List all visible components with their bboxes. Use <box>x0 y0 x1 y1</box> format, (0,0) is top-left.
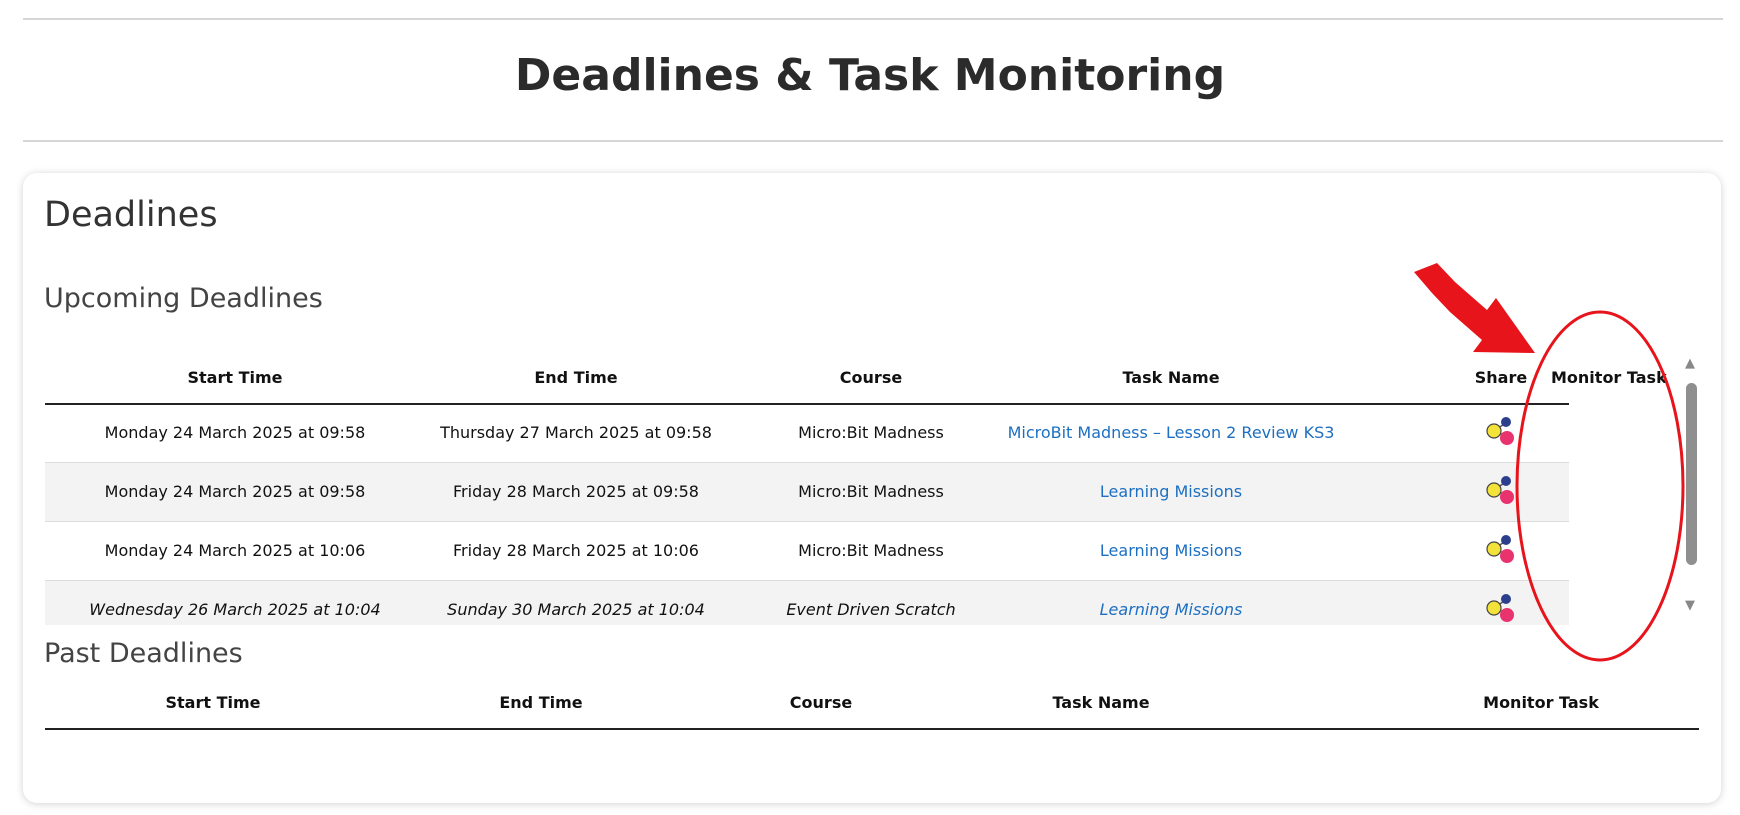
table-row: Monday 24 March 2025 at 10:06 Friday 28 … <box>45 522 1569 581</box>
monitor-task-button[interactable] <box>1551 581 1569 625</box>
column-header-task-name[interactable]: Task Name <box>951 678 1251 728</box>
column-header-share: Share <box>1474 368 1528 387</box>
share-nodes-icon <box>1484 591 1518 625</box>
column-header-start-time[interactable]: Start Time <box>45 678 381 728</box>
share-nodes-icon <box>1484 473 1518 511</box>
end-time-cell: Friday 28 March 2025 at 09:58 <box>453 482 699 501</box>
column-header-monitor-task: Monitor Task <box>1483 693 1599 712</box>
share-nodes-icon <box>1484 532 1518 570</box>
page-title: Deadlines & Task Monitoring <box>514 50 1226 101</box>
table-row: Monday 24 March 2025 at 09:58 Friday 28 … <box>45 463 1569 522</box>
task-name-link[interactable]: MicroBit Madness – Lesson 2 Review KS3 <box>981 404 1361 462</box>
share-button[interactable] <box>1451 404 1551 462</box>
share-button[interactable] <box>1451 522 1551 580</box>
column-header-start-time[interactable]: Start Time <box>45 353 425 403</box>
deadlines-card: Deadlines Upcoming Deadlines Start Time … <box>23 173 1721 803</box>
past-deadlines-heading: Past Deadlines <box>44 638 243 669</box>
title-divider <box>23 140 1723 142</box>
top-divider <box>23 18 1723 20</box>
task-name-link[interactable]: Learning Missions <box>981 463 1361 521</box>
start-time-cell: Monday 24 March 2025 at 09:58 <box>104 423 366 442</box>
column-header-course[interactable]: Course <box>761 353 981 403</box>
table-row: Wednesday 26 March 2025 at 10:04 Sunday … <box>45 581 1569 625</box>
upcoming-table-header: Start Time End Time Course Task Name Sha… <box>45 353 1667 405</box>
start-time-cell: Monday 24 March 2025 at 10:06 <box>104 541 366 560</box>
end-time-cell: Friday 28 March 2025 at 10:06 <box>453 541 699 560</box>
upcoming-deadlines-heading: Upcoming Deadlines <box>44 283 323 314</box>
monitor-task-button[interactable] <box>1551 522 1569 580</box>
monitor-task-button[interactable] <box>1551 463 1569 521</box>
start-time-cell: Wednesday 26 March 2025 at 10:04 <box>89 600 381 619</box>
task-name-link[interactable]: Learning Missions <box>981 522 1361 580</box>
share-nodes-icon <box>1484 414 1518 452</box>
task-name-link[interactable]: Learning Missions <box>981 581 1361 625</box>
triangle-down-icon[interactable]: ▼ <box>1685 599 1695 613</box>
table-row: Monday 24 March 2025 at 09:58 Thursday 2… <box>45 404 1569 463</box>
upcoming-table-scrollbar[interactable]: ▲ ▼ <box>1683 353 1701 623</box>
share-button[interactable] <box>1451 581 1551 625</box>
column-header-monitor-task: Monitor Task <box>1551 368 1667 387</box>
column-header-task-name[interactable]: Task Name <box>981 353 1361 403</box>
course-cell: Micro:Bit Madness <box>798 423 944 442</box>
column-header-end-time[interactable]: End Time <box>391 353 761 403</box>
scrollbar-thumb[interactable] <box>1686 383 1697 565</box>
course-cell: Micro:Bit Madness <box>798 482 944 501</box>
end-time-cell: Sunday 30 March 2025 at 10:04 <box>447 600 705 619</box>
past-table-header: Start Time End Time Course Task Name Mon… <box>45 678 1699 730</box>
course-cell: Event Driven Scratch <box>786 600 956 619</box>
course-cell: Micro:Bit Madness <box>798 541 944 560</box>
end-time-cell: Thursday 27 March 2025 at 09:58 <box>440 423 712 442</box>
column-header-end-time[interactable]: End Time <box>401 678 681 728</box>
triangle-up-icon[interactable]: ▲ <box>1685 357 1695 371</box>
column-header-course[interactable]: Course <box>691 678 951 728</box>
start-time-cell: Monday 24 March 2025 at 09:58 <box>104 482 366 501</box>
deadlines-heading: Deadlines <box>44 195 218 235</box>
upcoming-table-body: Monday 24 March 2025 at 09:58 Thursday 2… <box>45 404 1569 625</box>
monitor-task-button[interactable] <box>1551 404 1569 462</box>
share-button[interactable] <box>1451 463 1551 521</box>
